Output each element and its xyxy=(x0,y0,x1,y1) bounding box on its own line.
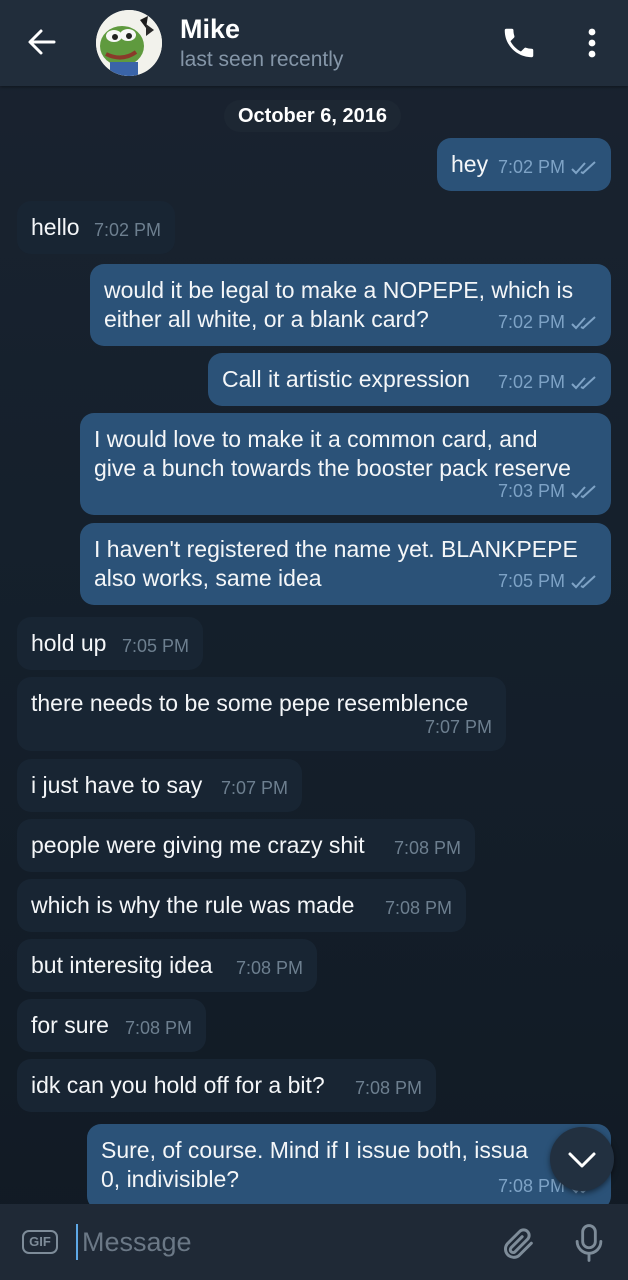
double-check-icon xyxy=(571,160,596,174)
double-check-icon xyxy=(571,574,596,588)
message-text: Call it artistic expression xyxy=(222,366,470,392)
message-text: I would love to make it a common card, a… xyxy=(94,426,571,481)
message-input[interactable] xyxy=(82,1218,482,1266)
double-check-icon xyxy=(571,484,596,498)
arrow-left-icon xyxy=(28,29,56,55)
message-bubble[interactable]: hello 7:02 PM xyxy=(17,201,175,254)
avatar[interactable] xyxy=(96,10,162,76)
message-time: 7:02 PM xyxy=(497,372,565,392)
message-composer: GIF xyxy=(0,1204,628,1280)
message-bubble[interactable]: there needs to be some pepe resemblence … xyxy=(17,677,506,751)
back-button[interactable] xyxy=(22,22,62,62)
message-text: people were giving me crazy shit xyxy=(31,832,365,858)
message-time: 7:08 PM xyxy=(235,958,303,978)
message-time: 7:05 PM xyxy=(497,571,565,591)
message-time: 7:03 PM xyxy=(497,481,565,501)
message-time: 7:08 PM xyxy=(124,1018,192,1038)
message-meta: 7:05 PM xyxy=(498,567,597,596)
message-time: 7:02 PM xyxy=(93,220,161,240)
message-meta: 7:03 PM xyxy=(498,477,597,506)
contact-status: last seen recently xyxy=(180,48,344,71)
paperclip-icon xyxy=(504,1228,533,1259)
voice-record-button[interactable] xyxy=(570,1222,608,1264)
pepe-frog-avatar-icon xyxy=(96,10,162,76)
message-bubble[interactable]: i just have to say 7:07 PM xyxy=(17,759,302,812)
message-text: hello xyxy=(31,214,80,240)
message-bubble[interactable]: people were giving me crazy shit 7:08 PM xyxy=(17,819,475,872)
message-bubble[interactable]: but interesitg idea 7:08 PM xyxy=(17,939,317,992)
message-meta: 7:02 PM xyxy=(498,308,597,337)
message-meta: 7:07 PM xyxy=(425,713,492,742)
message-meta: 7:07 PM xyxy=(221,774,288,803)
message-text: there needs to be some pepe resemblence xyxy=(31,690,469,716)
scroll-to-bottom-button[interactable] xyxy=(550,1127,614,1191)
message-time: 7:07 PM xyxy=(424,717,492,737)
message-time: 7:02 PM xyxy=(497,157,565,177)
message-time: 7:08 PM xyxy=(354,1078,422,1098)
message-time: 7:08 PM xyxy=(393,838,461,858)
message-text: but interesitg idea xyxy=(31,952,213,978)
message-bubble[interactable]: I would love to make it a common card, a… xyxy=(80,413,611,515)
message-meta: 7:08 PM xyxy=(385,894,452,923)
message-bubble[interactable]: idk can you hold off for a bit? 7:08 PM xyxy=(17,1059,436,1112)
message-bubble[interactable]: Sure, of course. Mind if I issue both, i… xyxy=(87,1124,611,1204)
date-separator: October 6, 2016 xyxy=(224,100,401,132)
message-text: which is why the rule was made xyxy=(31,892,355,918)
message-time: 7:07 PM xyxy=(220,778,288,798)
message-meta: 7:02 PM xyxy=(94,216,161,245)
contact-name[interactable]: Mike xyxy=(180,14,240,45)
message-text: i just have to say xyxy=(31,772,203,798)
attach-button[interactable] xyxy=(498,1224,538,1264)
message-bubble[interactable]: for sure 7:08 PM xyxy=(17,999,206,1052)
message-bubble[interactable]: which is why the rule was made 7:08 PM xyxy=(17,879,466,932)
double-check-icon xyxy=(571,375,596,389)
message-bubble[interactable]: hey 7:02 PM xyxy=(437,138,611,191)
chat-header: Mike last seen recently xyxy=(0,0,628,86)
message-meta: 7:02 PM xyxy=(498,153,597,182)
message-list[interactable]: October 6, 2016 hey 7:02 PM hello 7:02 P… xyxy=(0,86,628,1204)
message-text: Sure, of course. Mind if I issue both, i… xyxy=(101,1137,528,1192)
more-vertical-icon xyxy=(588,28,596,58)
message-text: idk can you hold off for a bit? xyxy=(31,1072,325,1098)
microphone-icon xyxy=(575,1224,603,1262)
message-time: 7:02 PM xyxy=(497,312,565,332)
message-text: hold up xyxy=(31,630,107,656)
message-meta: 7:08 PM xyxy=(355,1074,422,1103)
chevron-down-icon xyxy=(568,1152,596,1168)
message-bubble[interactable]: would it be legal to make a NOPEPE, whic… xyxy=(90,264,611,346)
message-bubble[interactable]: I haven't registered the name yet. BLANK… xyxy=(80,523,611,605)
phone-icon xyxy=(504,28,534,58)
more-menu-button[interactable] xyxy=(574,24,610,62)
double-check-icon xyxy=(571,315,596,329)
message-meta: 7:02 PM xyxy=(498,368,597,397)
message-meta: 7:08 PM xyxy=(394,834,461,863)
message-time: 7:08 PM xyxy=(384,898,452,918)
text-cursor xyxy=(76,1224,78,1260)
message-meta: 7:05 PM xyxy=(122,632,189,661)
message-meta: 7:08 PM xyxy=(125,1014,192,1043)
call-button[interactable] xyxy=(500,24,538,62)
message-bubble[interactable]: hold up 7:05 PM xyxy=(17,617,203,670)
message-time: 7:05 PM xyxy=(121,636,189,656)
message-text: hey xyxy=(451,151,489,177)
message-meta: 7:08 PM xyxy=(236,954,303,983)
message-bubble[interactable]: Call it artistic expression 7:02 PM xyxy=(208,353,611,406)
gif-button[interactable]: GIF xyxy=(22,1230,58,1254)
message-text: for sure xyxy=(31,1012,109,1038)
